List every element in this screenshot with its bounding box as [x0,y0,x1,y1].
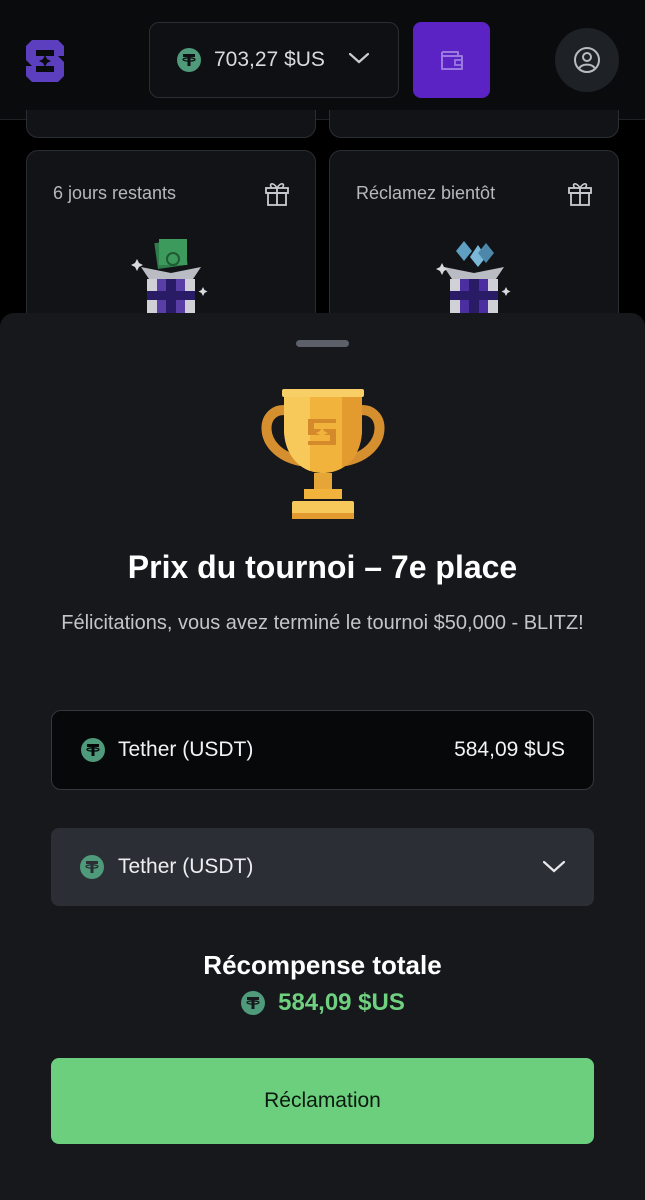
currency-select-value: Tether (USDT) [118,855,254,878]
card-label: 6 jours restants [53,183,177,203]
prize-title: Prix du tournoi – 7e place [127,549,518,585]
brand-logo[interactable] [24,38,66,84]
tether-icon [177,48,201,72]
trophy-icon [261,389,385,519]
card-label: Réclamez bientôt [356,183,496,203]
tether-icon [81,738,105,762]
balance-selector[interactable]: 703,27 $US [149,22,399,98]
wallet-button[interactable] [413,22,490,98]
top-bar: 703,27 $US [0,0,645,120]
total-reward-value: 584,09 $US [278,989,405,1016]
prize-subtitle: Félicitations, vous avez terminé le tour… [61,612,584,634]
gift-icon [568,183,592,206]
gift-icon [265,183,289,206]
tether-icon [241,991,266,1015]
user-icon [574,47,600,73]
reward-card[interactable]: Réclamez bientôt [329,150,619,340]
balance-amount: 703,27 $US [214,48,325,71]
reward-token-name: Tether (USDT) [118,738,254,761]
sheet-drag-handle[interactable] [296,340,349,347]
profile-button[interactable] [555,28,619,92]
tether-icon [80,855,104,879]
chevron-down-icon [542,860,566,873]
reward-card[interactable]: 6 jours restants [26,150,316,340]
claim-button[interactable]: Réclamation [51,1058,594,1144]
chevron-down-icon [348,52,370,64]
wallet-icon [440,51,463,70]
currency-select[interactable]: Tether (USDT) [51,828,594,906]
card-stub-right [329,110,619,138]
reward-token-value: 584,09 $US [454,738,565,761]
total-reward-label: Récompense totale [203,950,442,980]
total-reward: 584,09 $US [0,989,645,1017]
prize-sheet: Prix du tournoi – 7e place Félicitations… [0,313,645,1200]
card-stub-left [26,110,316,138]
reward-amount-row: Tether (USDT) 584,09 $US [51,710,594,790]
